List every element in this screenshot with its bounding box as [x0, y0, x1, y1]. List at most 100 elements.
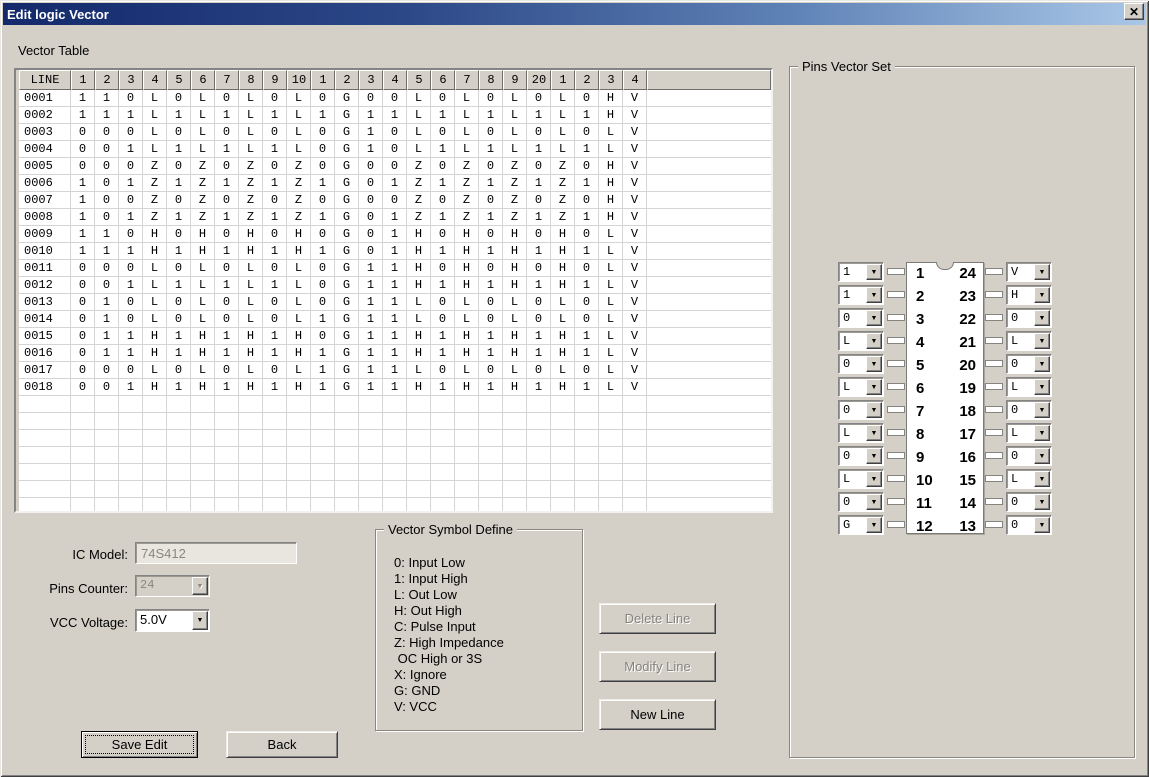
table-row[interactable]: 0003000L0L0L0L0G10L0L0L0L0LV	[16, 124, 771, 141]
table-row[interactable]: 0008101Z1Z1Z1Z1G01Z1Z1Z1Z1HV	[16, 209, 771, 226]
pin-3-value-combo[interactable]: 0▼	[838, 308, 884, 328]
table-row-empty[interactable]	[16, 498, 771, 513]
pin-21-value-combo[interactable]: L▼	[1006, 331, 1052, 351]
new-line-button[interactable]: New Line	[599, 699, 716, 730]
pin-6-value-combo[interactable]: L▼	[838, 377, 884, 397]
chevron-down-icon[interactable]: ▼	[1034, 264, 1050, 280]
chevron-down-icon[interactable]: ▼	[1034, 356, 1050, 372]
pin-19-value-combo[interactable]: L▼	[1006, 377, 1052, 397]
table-row-empty[interactable]	[16, 413, 771, 430]
pin-14-value-combo[interactable]: 0▼	[1006, 492, 1052, 512]
table-row[interactable]: 0004001L1L1L1L0G10L1L1L1L1LV	[16, 141, 771, 158]
chevron-down-icon[interactable]: ▼	[1034, 448, 1050, 464]
chevron-down-icon[interactable]: ▼	[1034, 425, 1050, 441]
chevron-down-icon[interactable]: ▼	[1034, 494, 1050, 510]
vcc-voltage-combo[interactable]: 5.0V ▼	[135, 609, 210, 632]
chevron-down-icon[interactable]: ▼	[1034, 379, 1050, 395]
pin-16-value-combo[interactable]: 0▼	[1006, 446, 1052, 466]
close-button[interactable]: ✕	[1124, 3, 1144, 20]
vector-cell: 1	[479, 345, 503, 362]
vector-cell: G	[335, 226, 359, 243]
pin-23-value-combo[interactable]: H▼	[1006, 285, 1052, 305]
chevron-down-icon[interactable]: ▼	[1034, 287, 1050, 303]
pin-17-value-combo[interactable]: L▼	[1006, 423, 1052, 443]
table-row-empty[interactable]	[16, 481, 771, 498]
table-row-empty[interactable]	[16, 447, 771, 464]
chevron-down-icon[interactable]: ▼	[1034, 333, 1050, 349]
modify-line-button[interactable]: Modify Line	[599, 651, 716, 682]
pin-1-value-combo[interactable]: 1▼	[838, 262, 884, 282]
vector-cell: 1	[95, 294, 119, 311]
vector-cell	[623, 413, 647, 430]
save-edit-button[interactable]: Save Edit	[81, 731, 198, 758]
vector-cell: L	[503, 107, 527, 124]
pin-7-value-combo[interactable]: 0▼	[838, 400, 884, 420]
pin-9-value-combo[interactable]: 0▼	[838, 446, 884, 466]
chevron-down-icon[interactable]: ▼	[866, 287, 882, 303]
chevron-down-icon[interactable]: ▼	[866, 356, 882, 372]
table-row[interactable]: 0011000L0L0L0L0G11H0H0H0H0LV	[16, 260, 771, 277]
title-bar[interactable]: Edit logic Vector	[3, 3, 1146, 25]
vector-cell	[431, 481, 455, 498]
ic-model-input[interactable]	[136, 543, 296, 563]
table-row[interactable]: 0001110L0L0L0L0G00L0L0L0L0HV	[16, 90, 771, 107]
pin-10-value-combo[interactable]: L▼	[838, 469, 884, 489]
vector-table[interactable]: LINE12345678910123456789201234 0001110L0…	[14, 68, 773, 513]
vector-cell: L	[599, 294, 623, 311]
vector-cell	[551, 396, 575, 413]
chevron-down-icon[interactable]: ▼	[866, 264, 882, 280]
pin-24-value-combo[interactable]: V▼	[1006, 262, 1052, 282]
pin-4-value-combo[interactable]: L▼	[838, 331, 884, 351]
vector-cell: L	[455, 141, 479, 158]
table-row[interactable]: 0018001H1H1H1H1G11H1H1H1H1LV	[16, 379, 771, 396]
table-row[interactable]: 0002111L1L1L1L1G11L1L1L1L1HV	[16, 107, 771, 124]
vector-cell: L	[551, 141, 575, 158]
chevron-down-icon[interactable]: ▼	[866, 517, 882, 533]
back-button[interactable]: Back	[226, 731, 338, 758]
chevron-down-icon[interactable]: ▼	[866, 402, 882, 418]
pin-5-value-combo[interactable]: 0▼	[838, 354, 884, 374]
pins-counter-combo[interactable]: 24 ▼	[135, 575, 210, 597]
vector-cell: V	[623, 209, 647, 226]
table-row-empty[interactable]	[16, 396, 771, 413]
chevron-down-icon[interactable]: ▼	[866, 333, 882, 349]
table-row[interactable]: 0012001L1L1L1L0G11H1H1H1H1LV	[16, 277, 771, 294]
table-row[interactable]: 0006101Z1Z1Z1Z1G01Z1Z1Z1Z1HV	[16, 175, 771, 192]
chevron-down-icon[interactable]: ▼	[866, 471, 882, 487]
chevron-down-icon[interactable]: ▼	[866, 494, 882, 510]
vector-cell	[407, 430, 431, 447]
table-row[interactable]: 0005000Z0Z0Z0Z0G00Z0Z0Z0Z0HV	[16, 158, 771, 175]
pin-11-value-combo[interactable]: 0▼	[838, 492, 884, 512]
pin-13-value-combo[interactable]: 0▼	[1006, 515, 1052, 535]
pin-18-value-combo[interactable]: 0▼	[1006, 400, 1052, 420]
table-row[interactable]: 0013010L0L0L0L0G11L0L0L0L0LV	[16, 294, 771, 311]
pin-12-value-combo[interactable]: G▼	[838, 515, 884, 535]
vector-cell: 1	[71, 107, 95, 124]
table-row[interactable]: 0016011H1H1H1H1G11H1H1H1H1LV	[16, 345, 771, 362]
vector-cell: 0	[119, 226, 143, 243]
table-row[interactable]: 0014010L0L0L0L1G11L0L0L0L0LV	[16, 311, 771, 328]
delete-line-button[interactable]: Delete Line	[599, 603, 716, 634]
chevron-down-icon[interactable]: ▼	[866, 310, 882, 326]
table-row[interactable]: 0009110H0H0H0H0G01H0H0H0H0LV	[16, 226, 771, 243]
pin-22-value-combo[interactable]: 0▼	[1006, 308, 1052, 328]
column-header: 6	[431, 70, 455, 90]
vector-cell	[119, 430, 143, 447]
chevron-down-icon[interactable]: ▼	[866, 448, 882, 464]
chevron-down-icon[interactable]: ▼	[1034, 517, 1050, 533]
table-row[interactable]: 0015011H1H1H1H0G11H1H1H1H1LV	[16, 328, 771, 345]
table-row[interactable]: 0010111H1H1H1H1G01H1H1H1H1LV	[16, 243, 771, 260]
chevron-down-icon[interactable]: ▼	[866, 425, 882, 441]
chevron-down-icon[interactable]: ▼	[1034, 471, 1050, 487]
chevron-down-icon[interactable]: ▼	[1034, 310, 1050, 326]
pin-8-value-combo[interactable]: L▼	[838, 423, 884, 443]
table-row[interactable]: 0017000L0L0L0L1G11L0L0L0L0LV	[16, 362, 771, 379]
chevron-down-icon[interactable]: ▼	[1034, 402, 1050, 418]
pin-15-value-combo[interactable]: L▼	[1006, 469, 1052, 489]
chevron-down-icon[interactable]: ▼	[866, 379, 882, 395]
pin-2-value-combo[interactable]: 1▼	[838, 285, 884, 305]
table-row[interactable]: 0007100Z0Z0Z0Z0G00Z0Z0Z0Z0HV	[16, 192, 771, 209]
table-row-empty[interactable]	[16, 464, 771, 481]
pin-20-value-combo[interactable]: 0▼	[1006, 354, 1052, 374]
table-row-empty[interactable]	[16, 430, 771, 447]
